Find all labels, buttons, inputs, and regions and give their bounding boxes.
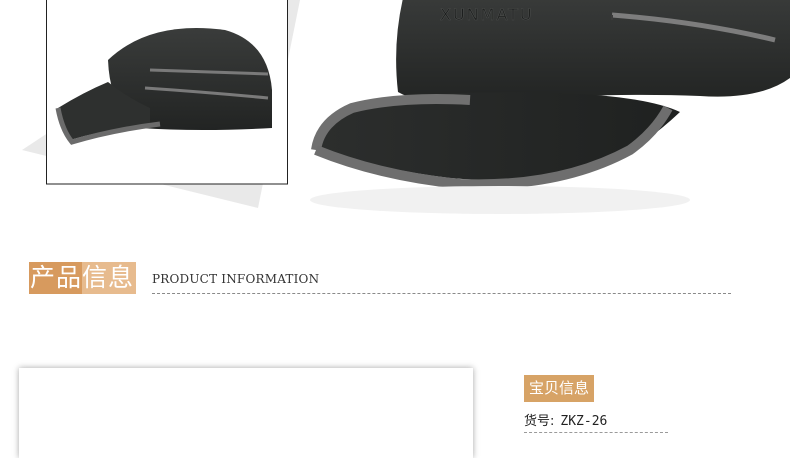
product-info-block: 宝贝信息 货号: ZKZ-26 (524, 375, 674, 433)
info-row-item-number: 货号: ZKZ-26 (524, 410, 674, 429)
cap-embroidery-text: XUNMATU (440, 5, 534, 24)
section-title-cn: 产品信息 (29, 262, 138, 294)
product-hero-image: XUNMATU (0, 0, 790, 230)
section-title-cn-part1: 产品 (29, 262, 83, 294)
info-key: 货号: (524, 414, 555, 429)
product-info-badge: 宝贝信息 (524, 375, 595, 402)
product-information-header: 产品信息 PRODUCT INFORMATION (29, 262, 731, 296)
thumbnail-frame[interactable] (46, 0, 288, 185)
product-photo-card[interactable] (19, 368, 473, 458)
section-title-cn-part2: 信息 (82, 262, 137, 294)
section-divider (152, 293, 731, 294)
cap-illustration: XUNMATU (22, 0, 790, 214)
info-value: ZKZ-26 (560, 414, 608, 429)
info-row-divider (524, 432, 668, 433)
section-title-en: PRODUCT INFORMATION (152, 272, 320, 286)
